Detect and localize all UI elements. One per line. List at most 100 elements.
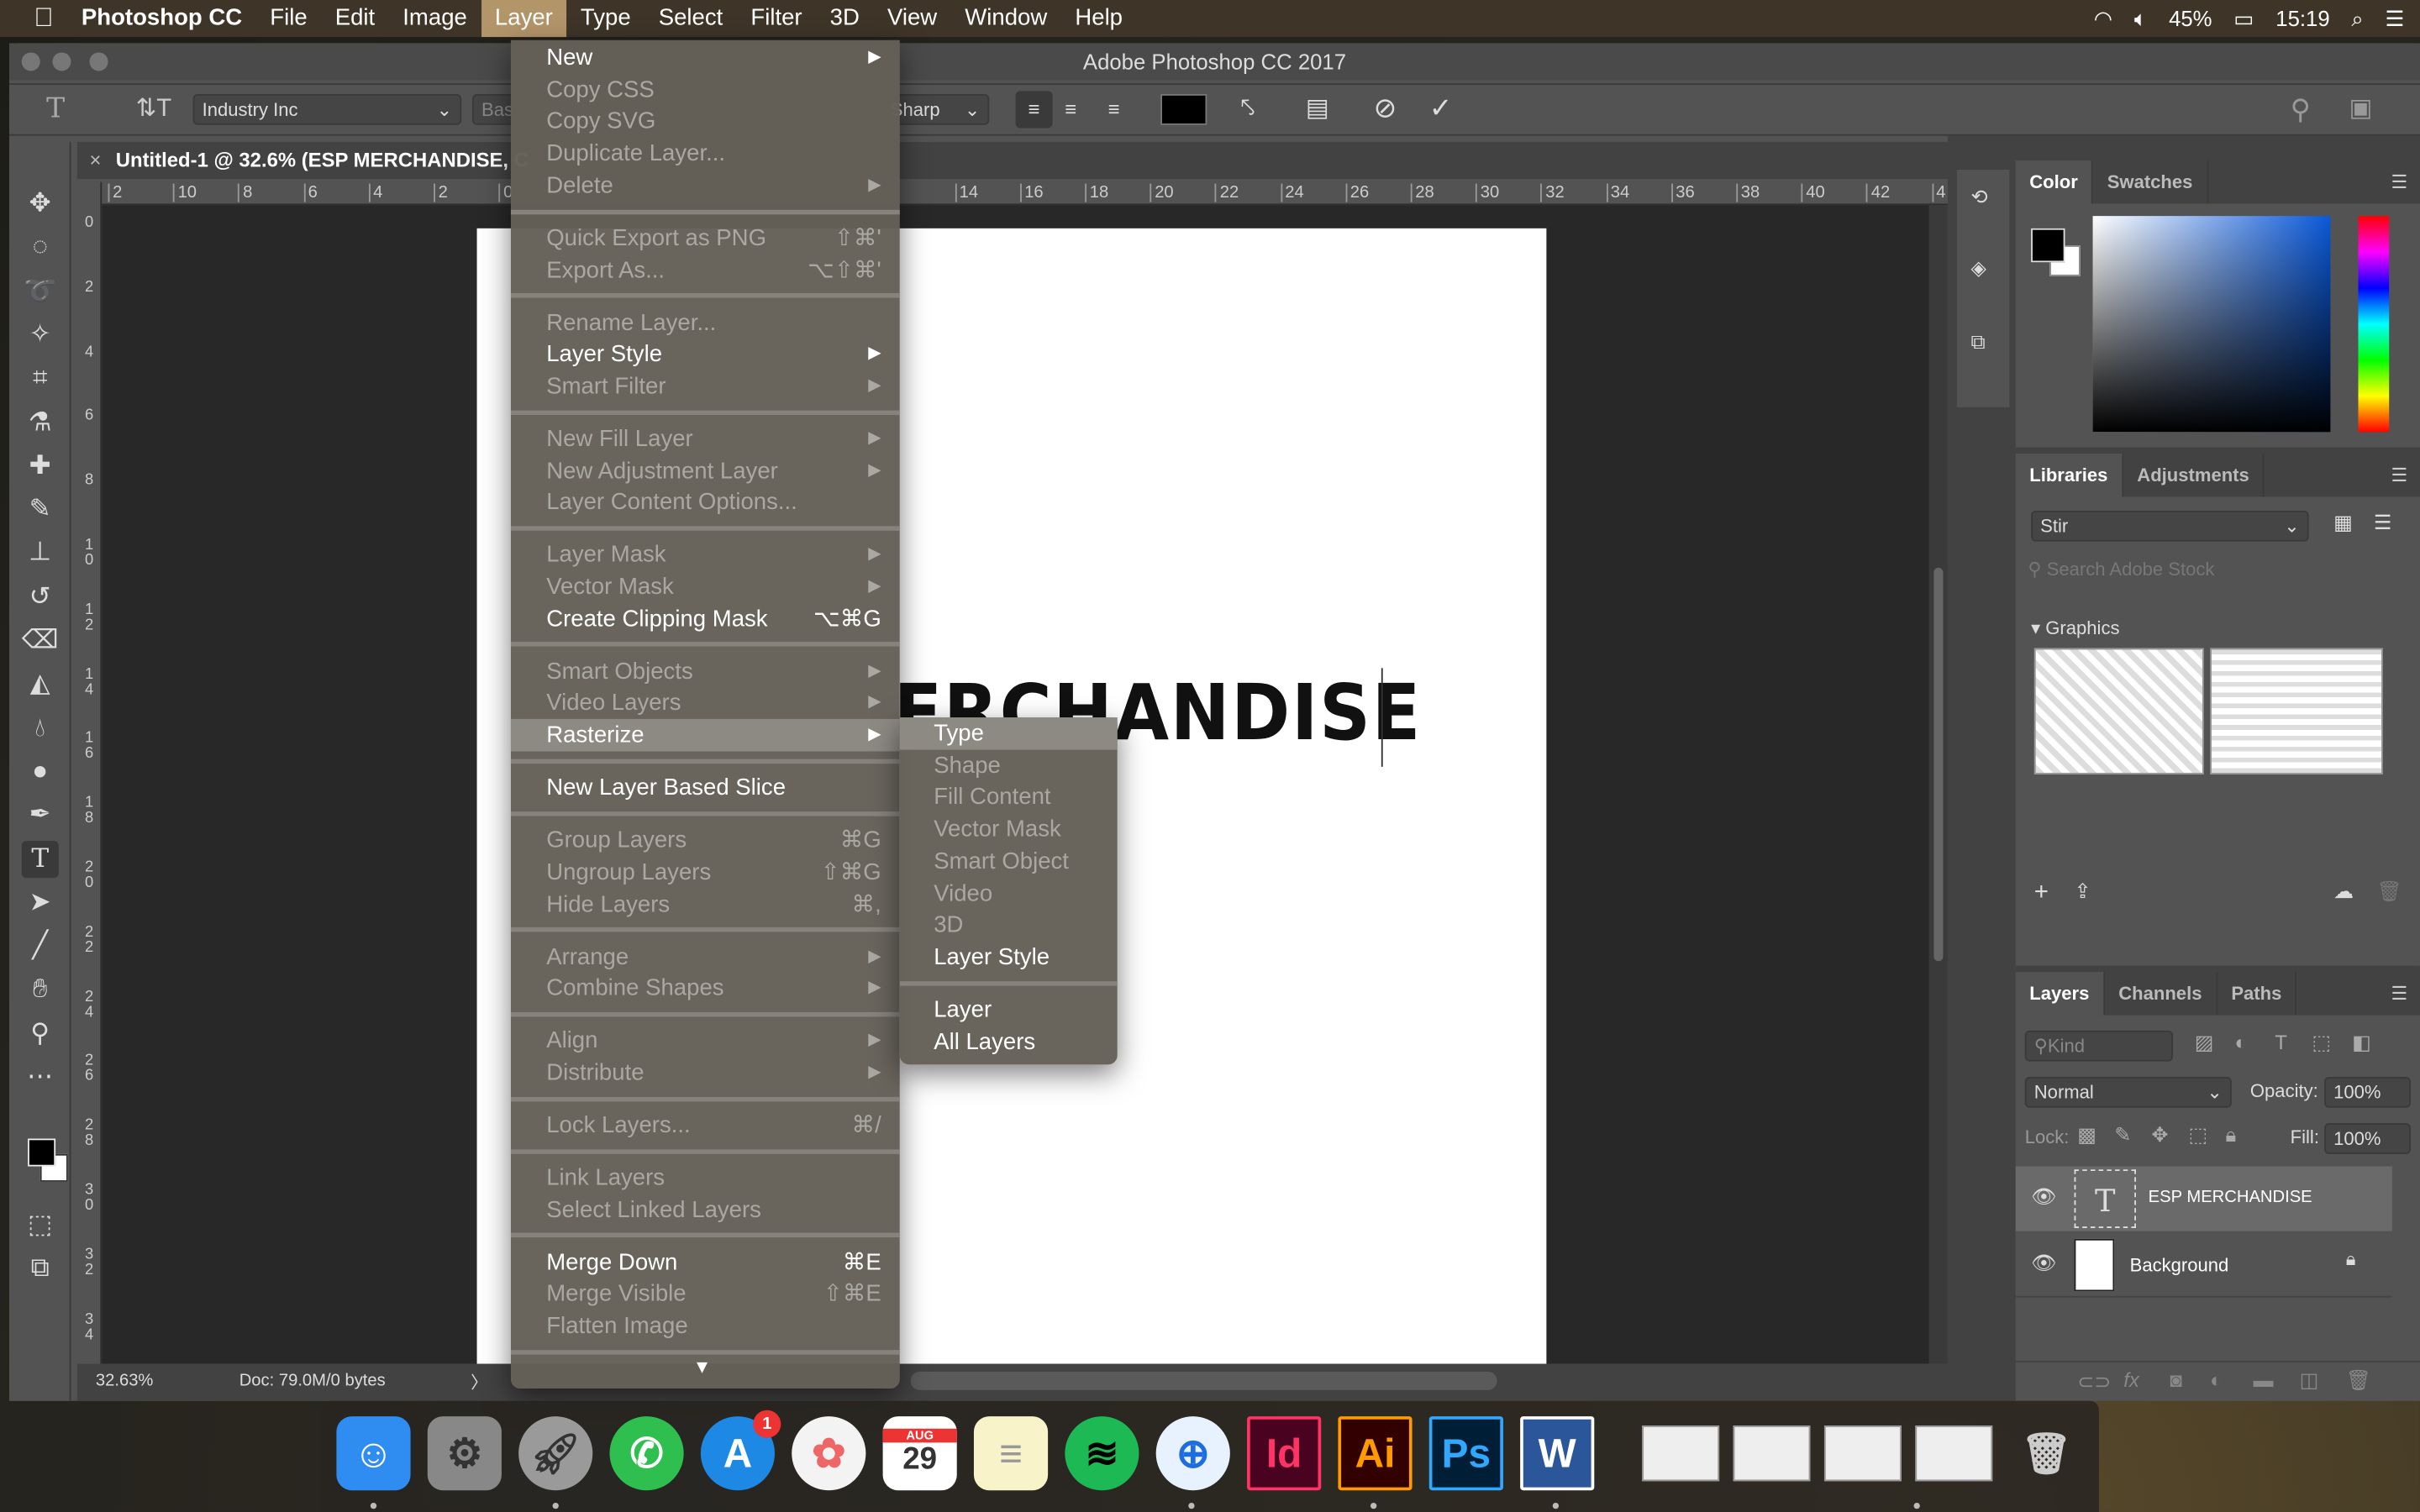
notification-center-icon[interactable]: ☰ bbox=[2386, 5, 2405, 31]
tab-channels[interactable]: Channels bbox=[2105, 972, 2217, 1016]
apple-menu-icon[interactable]:  bbox=[0, 0, 67, 37]
hue-slider[interactable] bbox=[2358, 216, 2390, 433]
dodge-tool-icon[interactable]: ● bbox=[22, 753, 59, 790]
healing-brush-tool-icon[interactable]: ✚ bbox=[22, 447, 59, 484]
lock-transparent-icon[interactable]: ▩ bbox=[2077, 1123, 2096, 1147]
menu-select[interactable]: Select bbox=[644, 0, 737, 37]
status-menu-arrow-icon[interactable]: 〉 bbox=[471, 1370, 487, 1394]
fill-input[interactable]: 100% bbox=[2324, 1123, 2411, 1154]
menu-item-copy-svg[interactable]: Copy SVG bbox=[511, 106, 900, 139]
menu-item-flatten-image[interactable]: Flatten Image bbox=[511, 1310, 900, 1342]
vertical-scrollbar[interactable] bbox=[1928, 205, 1948, 1364]
menu-item-3d[interactable]: 3D bbox=[900, 909, 1118, 942]
dock-spotify[interactable]: ≋ bbox=[1065, 1416, 1139, 1491]
menu-item-align[interactable]: Align ▶ bbox=[511, 1025, 900, 1058]
workspace-icon[interactable]: ▣ bbox=[2349, 91, 2372, 128]
filter-smart-object-icon[interactable]: ◧ bbox=[2352, 1031, 2371, 1055]
menu-item-group-layers[interactable]: Group Layers ⌘G bbox=[511, 824, 900, 857]
hand-tool-icon[interactable]: ✋︎ bbox=[22, 971, 59, 1008]
link-layers-icon[interactable]: ⊂⊃ bbox=[2077, 1370, 2111, 1394]
dock-trash-icon[interactable]: 🗑︎ bbox=[2009, 1416, 2083, 1490]
menu-item-ungroup-layers[interactable]: Ungroup Layers ⇧⌘G bbox=[511, 856, 900, 889]
menu-item-distribute[interactable]: Distribute ▶ bbox=[511, 1057, 900, 1089]
menu-item-merge-visible[interactable]: Merge Visible ⇧⌘E bbox=[511, 1278, 900, 1310]
menu-item-video[interactable]: Video bbox=[900, 877, 1118, 910]
panel-menu-icon[interactable]: ☰ bbox=[2391, 171, 2407, 193]
trash-icon[interactable]: 🗑︎ bbox=[2377, 879, 2402, 904]
menu-item-new[interactable]: New ▶ bbox=[511, 42, 900, 75]
foreground-swatch[interactable] bbox=[28, 1138, 56, 1167]
menu-item-hide-layers[interactable]: Hide Layers ⌘, bbox=[511, 888, 900, 921]
new-group-icon[interactable]: ▬ bbox=[2254, 1368, 2274, 1392]
dock-photos[interactable]: ✿ bbox=[792, 1416, 866, 1491]
menu-item-smart-objects[interactable]: Smart Objects ▶ bbox=[511, 655, 900, 688]
menu-item-layer[interactable]: Layer bbox=[900, 994, 1118, 1026]
screen-mode-icon[interactable]: ⧉ bbox=[22, 1250, 59, 1287]
dock-word[interactable]: W bbox=[1520, 1416, 1595, 1491]
dock-illustrator[interactable]: Ai bbox=[1338, 1416, 1413, 1491]
minimized-window-thumbnail[interactable] bbox=[1733, 1425, 1811, 1482]
dock-app-store[interactable]: A1 bbox=[700, 1410, 781, 1491]
zoom-level[interactable]: 32.63% bbox=[96, 1372, 154, 1390]
blend-mode-select[interactable]: Normal ⌄ bbox=[2024, 1077, 2232, 1108]
menu-item-merge-down[interactable]: Merge Down ⌘E bbox=[511, 1246, 900, 1278]
type-tool-icon[interactable]: T bbox=[21, 840, 59, 878]
opacity-input[interactable]: 100% bbox=[2324, 1077, 2411, 1108]
menu-help[interactable]: Help bbox=[1061, 0, 1137, 37]
battery-icon[interactable]: ▭ bbox=[2233, 5, 2254, 31]
brush-tool-icon[interactable]: ✎ bbox=[22, 491, 59, 528]
menu-image[interactable]: Image bbox=[389, 0, 481, 37]
menu-edit[interactable]: Edit bbox=[321, 0, 389, 37]
volume-icon[interactable]: 🔈︎ bbox=[2134, 5, 2147, 31]
filter-type-icon[interactable]: T bbox=[2275, 1031, 2287, 1054]
add-mask-icon[interactable]: ◙ bbox=[2170, 1368, 2181, 1392]
3d-panel-icon[interactable]: ◈ bbox=[1970, 256, 1986, 281]
menu-item-all-layers[interactable]: All Layers bbox=[900, 1026, 1118, 1058]
panel-menu-icon[interactable]: ☰ bbox=[2391, 465, 2407, 486]
menu-view[interactable]: View bbox=[873, 0, 950, 37]
eraser-tool-icon[interactable]: ⌫ bbox=[22, 622, 59, 659]
font-family-select[interactable]: Industry Inc ⌄ bbox=[192, 94, 462, 125]
blur-tool-icon[interactable]: 💧︎ bbox=[22, 709, 59, 746]
minimized-window-thumbnail[interactable] bbox=[1642, 1425, 1720, 1482]
align-right-icon[interactable]: ≡ bbox=[1108, 91, 1120, 128]
layer-row[interactable]: 👁︎ Background 🔒︎ bbox=[2015, 1232, 2392, 1298]
path-selection-tool-icon[interactable]: ➤ bbox=[22, 884, 59, 921]
properties-panel-icon[interactable]: ⧉ bbox=[1970, 330, 1985, 354]
menu-item-smart-object[interactable]: Smart Object bbox=[900, 845, 1118, 878]
menu-item-export-as[interactable]: Export As... ⌥⇧⌘' bbox=[511, 254, 900, 286]
search-icon[interactable]: ⚲ bbox=[2291, 91, 2311, 128]
stock-search-input[interactable]: ⚲ Search Adobe Stock bbox=[2028, 559, 2407, 590]
panel-menu-icon[interactable]: ☰ bbox=[2391, 983, 2407, 1005]
dock-whatsapp[interactable]: ✆ bbox=[609, 1416, 684, 1491]
scroll-down-arrow-icon[interactable]: ▼ bbox=[693, 1356, 712, 1378]
quick-mask-icon[interactable]: ⬚ bbox=[22, 1206, 59, 1243]
menu-item-shape[interactable]: Shape bbox=[900, 749, 1118, 782]
upload-icon[interactable]: ⇪ bbox=[2075, 879, 2091, 904]
menu-item-smart-filter[interactable]: Smart Filter ▶ bbox=[511, 370, 900, 403]
dock-calendar[interactable]: AUG 29 bbox=[882, 1416, 957, 1491]
dock-notes[interactable]: ≡ bbox=[973, 1416, 1049, 1491]
paint-bucket-tool-icon[interactable]: ◭ bbox=[22, 665, 59, 702]
menu-item-new-fill-layer[interactable]: New Fill Layer ▶ bbox=[511, 423, 900, 455]
spotlight-icon[interactable]: ⌕ bbox=[2351, 5, 2363, 31]
menu-item-fill-content[interactable]: Fill Content bbox=[900, 781, 1118, 814]
crop-tool-icon[interactable]: ⌗ bbox=[22, 360, 59, 396]
type-tool-preset-icon[interactable]: T bbox=[46, 92, 65, 125]
character-panel-icon[interactable]: ▤ bbox=[1306, 91, 1329, 128]
history-brush-tool-icon[interactable]: ↺ bbox=[22, 578, 59, 615]
new-layer-icon[interactable]: ◫ bbox=[2300, 1368, 2319, 1393]
filter-adjustment-icon[interactable]: ◐ bbox=[2235, 1031, 2247, 1054]
app-menu[interactable]: Photoshop CC bbox=[67, 0, 255, 37]
library-select[interactable]: Stir ⌄ bbox=[2031, 510, 2309, 542]
lock-artboard-icon[interactable]: ⬚ bbox=[2188, 1123, 2207, 1147]
align-center-icon[interactable]: ≡ bbox=[1065, 91, 1076, 128]
pen-tool-icon[interactable]: ✒ bbox=[22, 796, 59, 833]
dock-photoshop[interactable]: Ps bbox=[1428, 1416, 1503, 1491]
more-tool-icon[interactable]: ⋯ bbox=[22, 1058, 59, 1095]
menu-file[interactable]: File bbox=[256, 0, 321, 37]
menu-window[interactable]: Window bbox=[951, 0, 1061, 37]
close-window-button[interactable] bbox=[21, 52, 40, 71]
document-tab[interactable]: × Untitled-1 @ 32.6% (ESP MERCHANDISE, C bbox=[76, 141, 1948, 180]
magic-wand-tool-icon[interactable]: ✧ bbox=[22, 316, 59, 353]
